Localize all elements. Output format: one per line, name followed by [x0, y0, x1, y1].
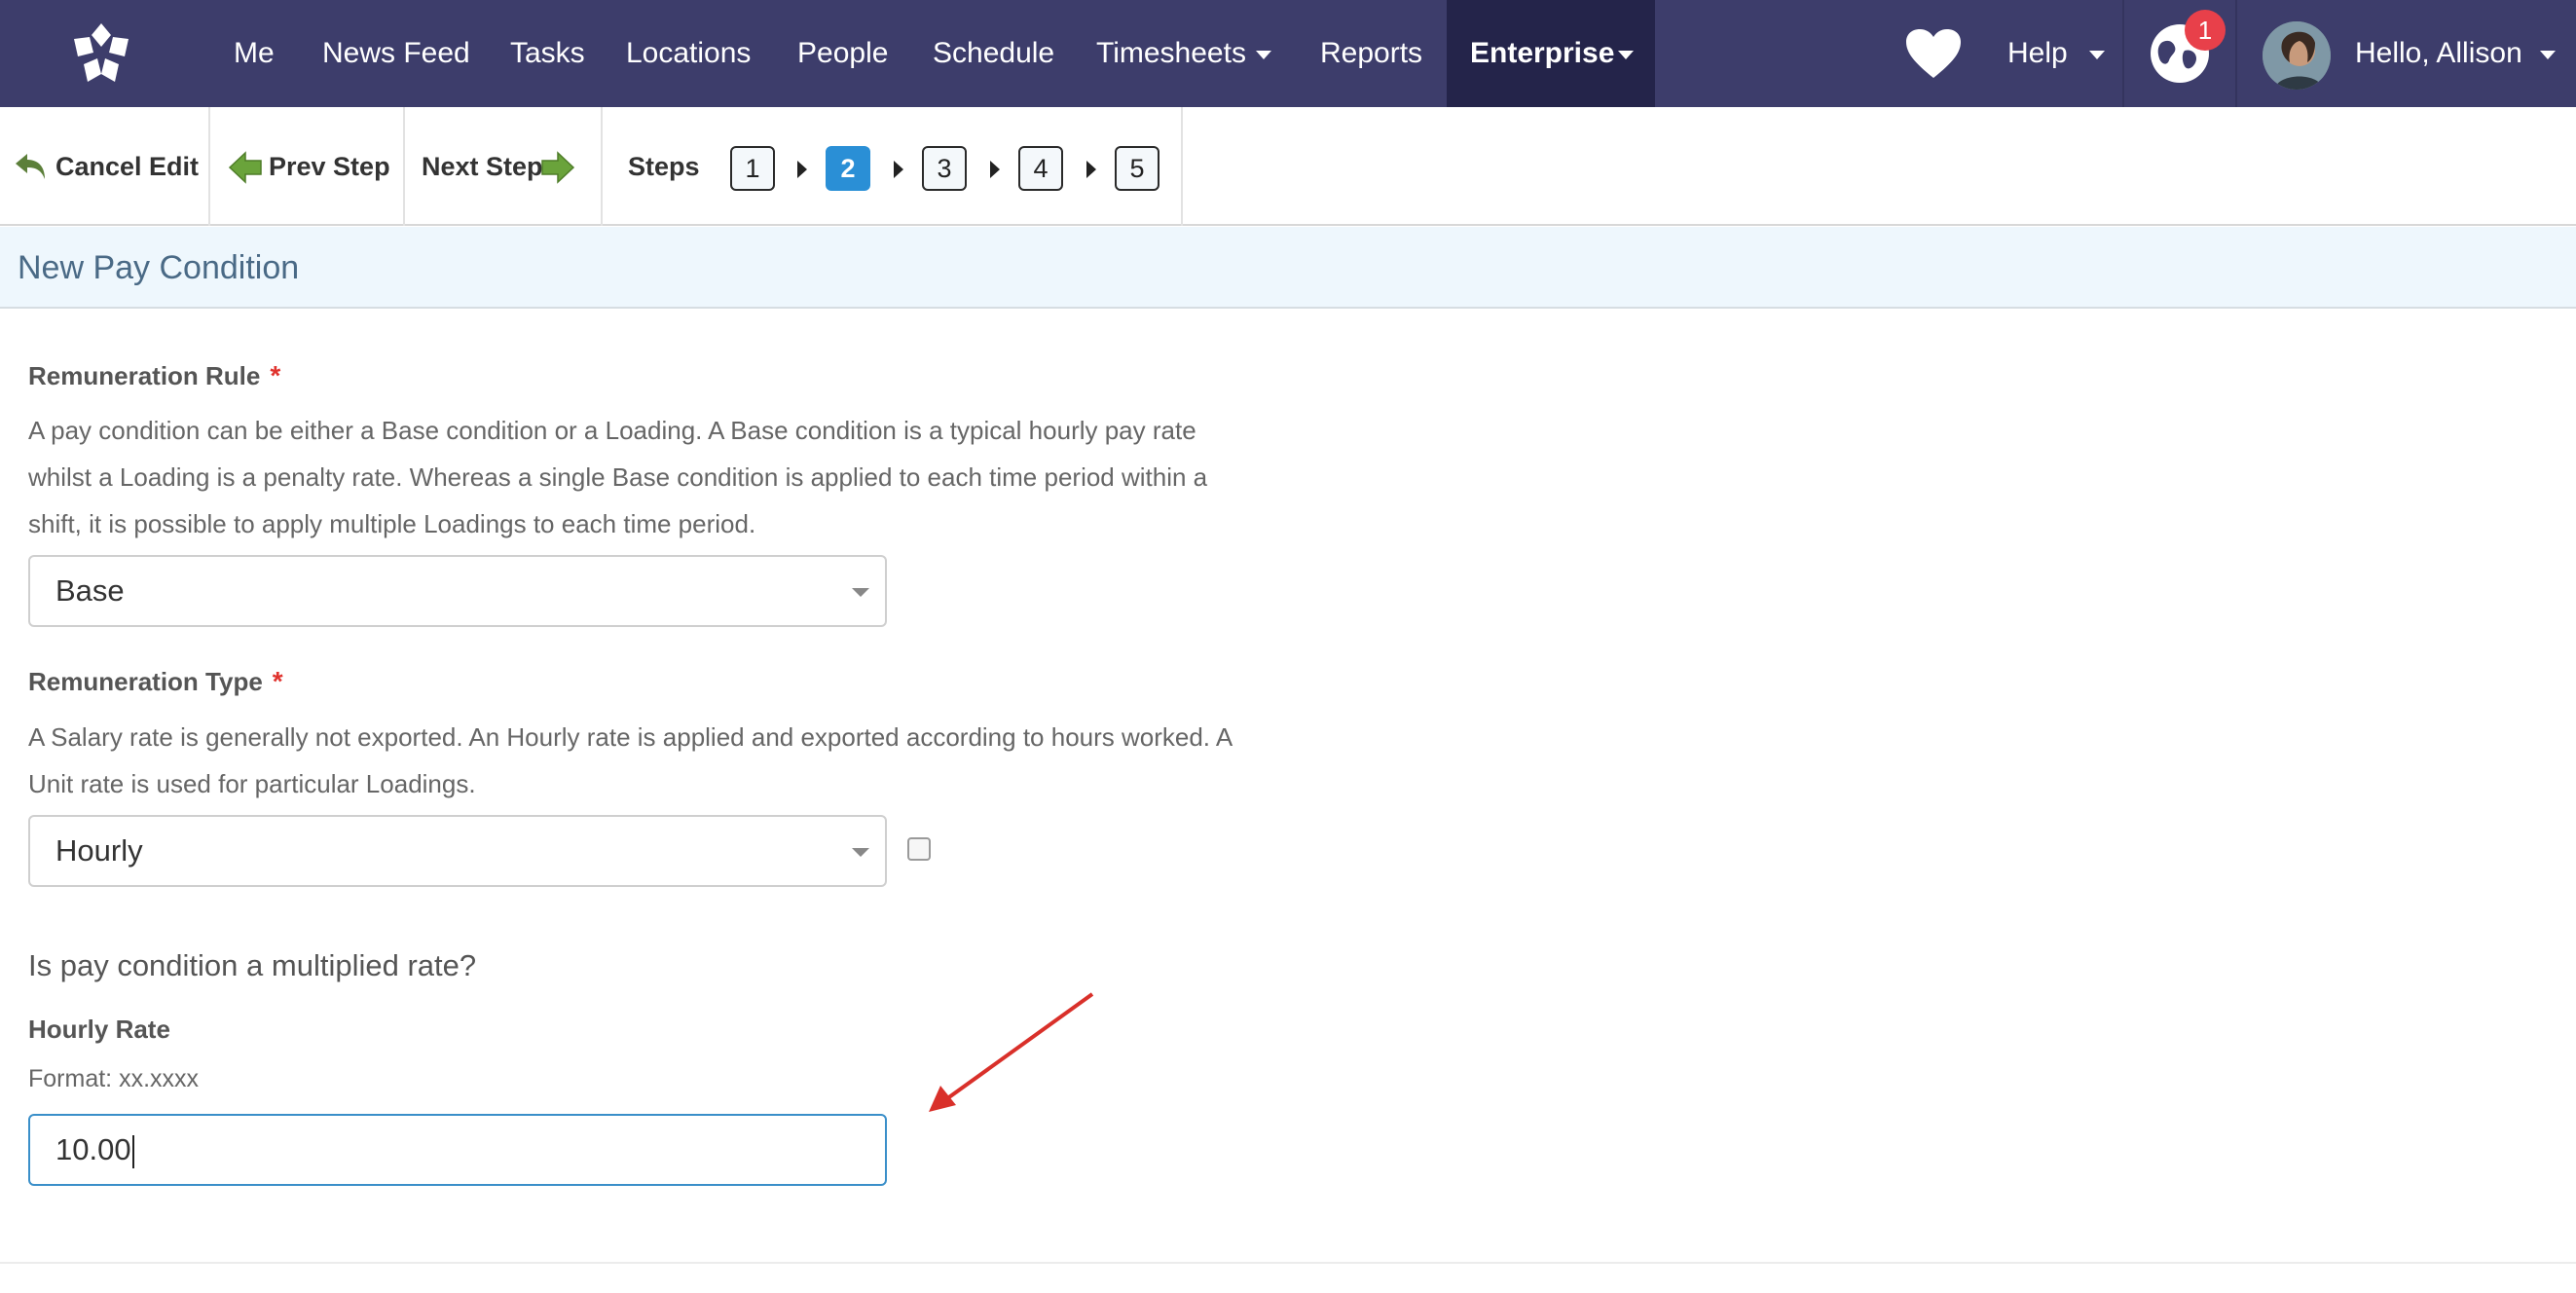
hourly-rate-format-hint: Format: xx.xxxx: [28, 1065, 200, 1092]
step-4-button[interactable]: 4: [1018, 146, 1063, 191]
page-header: New Pay Condition: [0, 227, 2576, 309]
hourly-rate-input[interactable]: 10.00: [28, 1114, 887, 1186]
nav-people[interactable]: People: [797, 0, 888, 107]
divider: [0, 1262, 2576, 1264]
step-1-button[interactable]: 1: [730, 146, 775, 191]
remuneration-type-help: A Salary rate is generally not exported.…: [28, 722, 1232, 798]
nav-divider: [2235, 0, 2237, 107]
chevron-down-icon: [2088, 50, 2105, 59]
red-arrow-annotation-icon: [929, 992, 1094, 1112]
step-arrow-icon: [797, 161, 807, 178]
nav-locations[interactable]: Locations: [626, 0, 751, 107]
step-2-button[interactable]: 2: [826, 146, 870, 191]
hourly-rate-label: Hourly Rate: [28, 1015, 170, 1044]
app-logo-icon[interactable]: [66, 21, 136, 88]
remuneration-type-value: Hourly: [55, 833, 143, 868]
toolbar-divider: [601, 107, 603, 226]
nav-me[interactable]: Me: [234, 0, 275, 107]
toolbar-divider: [403, 107, 405, 226]
notification-badge: 1: [2185, 10, 2226, 51]
step-arrow-icon: [1086, 161, 1096, 178]
step-arrow-icon: [990, 161, 1000, 178]
user-greeting: Hello, Allison: [2355, 37, 2522, 69]
remuneration-rule-value: Base: [55, 573, 125, 608]
nav-schedule[interactable]: Schedule: [933, 0, 1054, 107]
required-asterisk: *: [270, 360, 281, 390]
chevron-down-icon: [2539, 50, 2556, 59]
nav-divider: [2122, 0, 2124, 107]
nav-help[interactable]: Help: [2007, 0, 2105, 107]
step-5-button[interactable]: 5: [1115, 146, 1159, 191]
nav-user-menu[interactable]: Hello, Allison: [2355, 0, 2556, 107]
toolbar-divider: [1181, 107, 1183, 226]
nav-enterprise-label: Enterprise: [1470, 37, 1615, 69]
step-arrow-icon: [894, 161, 903, 178]
text-cursor: [131, 1134, 134, 1168]
page-title: New Pay Condition: [18, 249, 300, 286]
remuneration-type-select[interactable]: Hourly: [28, 815, 887, 887]
arrow-left-icon: [228, 151, 262, 184]
nav-help-label: Help: [2007, 37, 2068, 69]
nav-tasks[interactable]: Tasks: [510, 0, 585, 107]
hourly-rate-value: 10.00: [55, 1132, 131, 1166]
wizard-toolbar: Cancel Edit Prev Step Next Step Steps 1 …: [0, 107, 2576, 226]
remuneration-rule-label: Remuneration Rule *: [28, 360, 280, 391]
nav-reports[interactable]: Reports: [1320, 0, 1422, 107]
user-photo-icon: [2263, 21, 2331, 90]
chevron-down-icon: [1618, 50, 1635, 59]
avatar[interactable]: [2263, 21, 2331, 90]
nav-timesheets[interactable]: Timesheets: [1096, 0, 1271, 107]
top-nav: Me News Feed Tasks Locations People Sche…: [0, 0, 2576, 107]
chevron-down-icon: [852, 588, 869, 597]
remuneration-rule-select[interactable]: Base: [28, 555, 887, 627]
remuneration-rule-label-text: Remuneration Rule: [28, 361, 261, 390]
multiplied-rate-question: Is pay condition a multiplied rate?: [28, 948, 477, 982]
heart-icon[interactable]: [1904, 27, 1963, 80]
remuneration-rule-help: A pay condition can be either a Base con…: [28, 416, 1208, 538]
next-step-button[interactable]: Next Step: [422, 107, 575, 226]
nav-enterprise[interactable]: Enterprise: [1447, 0, 1655, 107]
nav-news-feed[interactable]: News Feed: [322, 0, 470, 107]
required-asterisk: *: [272, 666, 283, 696]
undo-icon: [16, 154, 45, 179]
cancel-edit-button[interactable]: Cancel Edit: [14, 107, 199, 226]
step-3-button[interactable]: 3: [922, 146, 967, 191]
cancel-edit-label: Cancel Edit: [55, 152, 200, 181]
remuneration-type-label-text: Remuneration Type: [28, 667, 263, 696]
chevron-down-icon: [852, 848, 869, 857]
arrow-right-icon: [541, 151, 575, 184]
prev-step-label: Prev Step: [269, 152, 390, 181]
remuneration-type-checkbox[interactable]: [907, 837, 931, 861]
prev-step-button[interactable]: Prev Step: [228, 107, 390, 226]
toolbar-divider: [208, 107, 210, 226]
chevron-down-icon: [1255, 50, 1271, 59]
next-step-label: Next Step: [422, 152, 543, 181]
remuneration-type-label: Remuneration Type *: [28, 666, 283, 697]
steps-label: Steps: [628, 152, 700, 181]
nav-timesheets-label: Timesheets: [1096, 37, 1246, 69]
